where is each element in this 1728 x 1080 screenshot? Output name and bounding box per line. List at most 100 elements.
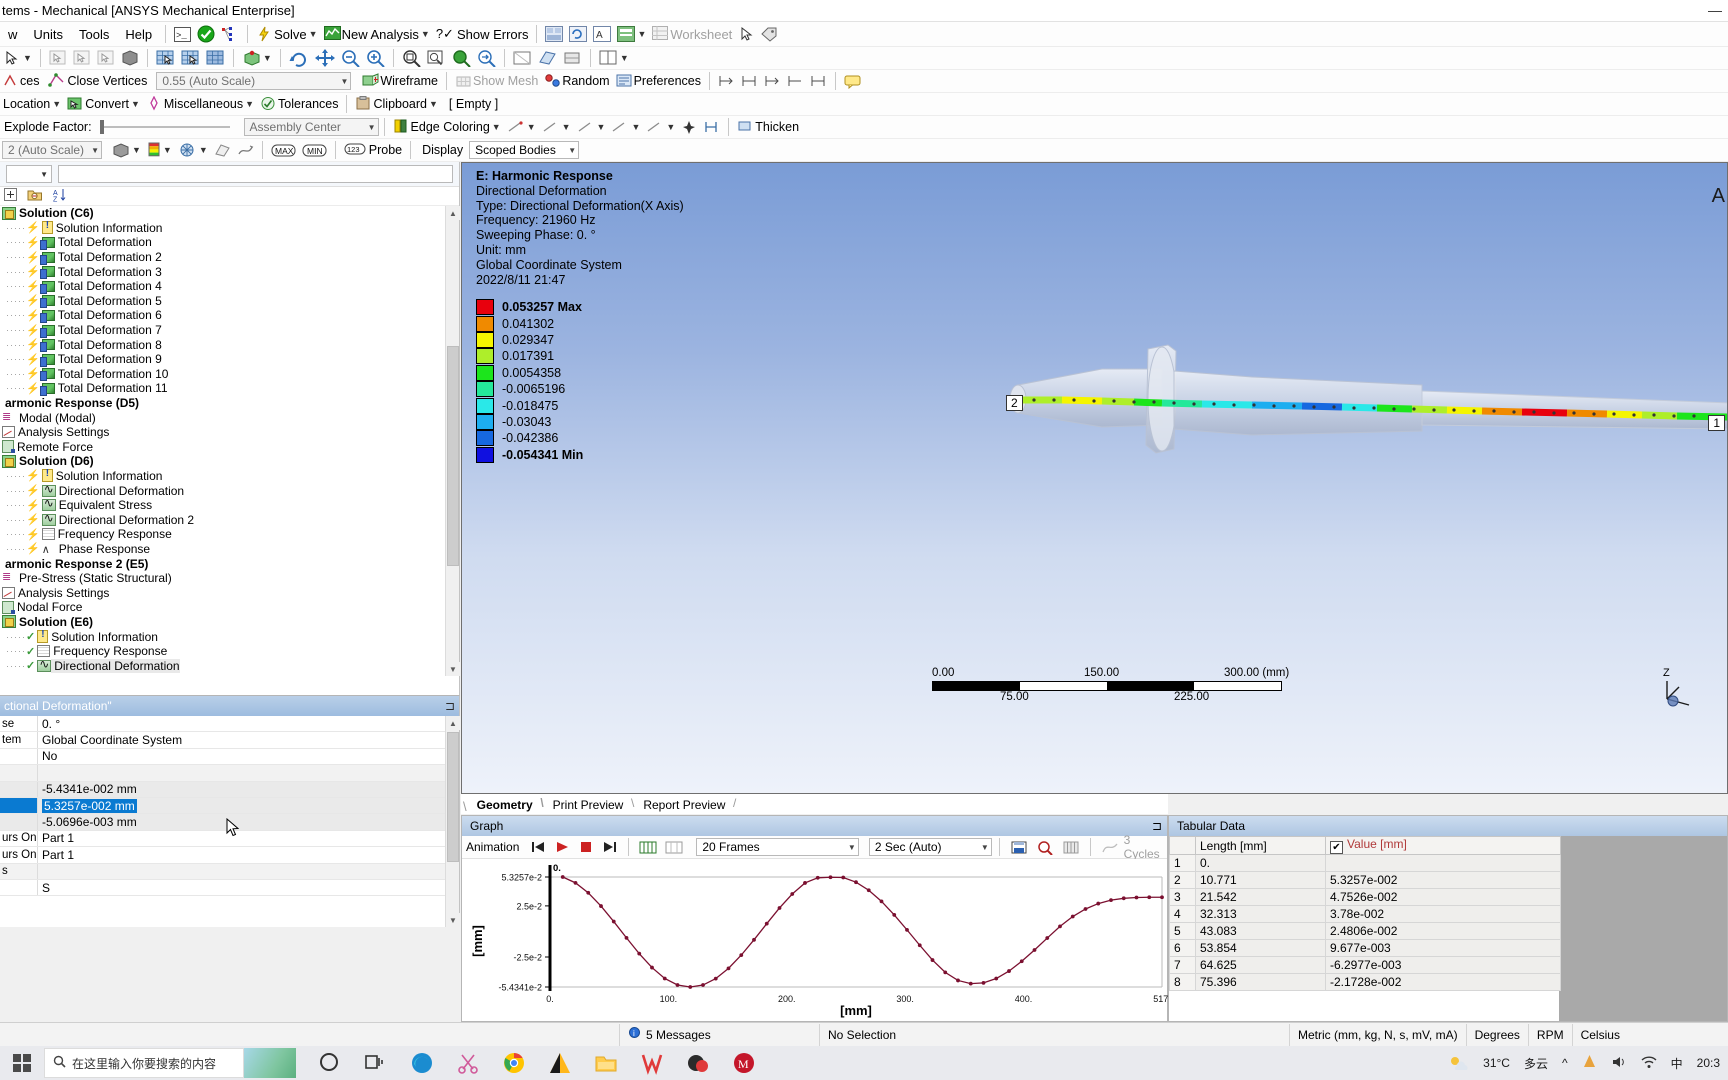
tree-items-container[interactable]: Solution (C6)·····⚡Solution Information·… (0, 206, 459, 676)
rotate-icon[interactable] (286, 47, 312, 69)
miscellaneous-button[interactable]: Miscellaneous ▼ (143, 93, 257, 115)
export-video-icon[interactable] (1007, 836, 1031, 858)
taskbar[interactable]: 在这里输入你要搜索的内容 M 31°C 多云 ^ 中 20:3 (0, 1046, 1728, 1080)
table-row[interactable]: 8 75.396 -2.1728e-002 (1169, 973, 1561, 991)
edge-style-3-icon[interactable]: ▼ (574, 116, 609, 138)
chevron-down-icon[interactable]: ▼ (199, 145, 208, 155)
menu-item-tools[interactable]: Tools (71, 24, 117, 45)
tree-item[interactable]: ····· ⚡ Total Deformation 8 (0, 337, 459, 353)
select-body-icon[interactable] (118, 47, 142, 69)
window-controls[interactable]: — (1708, 2, 1722, 18)
close-vertices-button[interactable]: Close Vertices (45, 70, 150, 92)
distributed-view-icon[interactable] (636, 836, 660, 858)
edge-style-4-icon[interactable]: ▼ (608, 116, 643, 138)
tree-item[interactable]: ·····✓ Solution Information (0, 629, 459, 644)
tree-item[interactable]: ····· ⚡ Total Deformation 9 (0, 352, 459, 367)
tree-scrollbar[interactable]: ▲ ▼ (445, 206, 460, 676)
slider-thumb[interactable] (99, 120, 104, 134)
tree-item[interactable]: armonic Response 2 (E5) (0, 556, 459, 571)
graph-panel[interactable]: Graph ⊐ Animation 20 Frames ▼ 2 Sec (Aut… (461, 815, 1171, 1022)
cell-length[interactable]: 75.396 (1195, 973, 1326, 991)
tree-item[interactable]: Solution (D6) (0, 454, 459, 469)
chevron-down-icon[interactable]: ▼ (364, 123, 376, 132)
tree-item[interactable]: ····· ⚡ Frequency Response (0, 527, 459, 542)
chevron-down-icon[interactable]: ▼ (40, 170, 48, 179)
check-circle-icon[interactable] (194, 23, 218, 45)
thicken-button[interactable]: Thicken (734, 116, 802, 138)
edges-icon[interactable] (0, 70, 20, 92)
viewports-icon[interactable]: ▼ (596, 47, 632, 69)
zoom-in-icon[interactable] (363, 47, 388, 69)
graph-zoom-icon[interactable] (1033, 836, 1057, 858)
cell-length[interactable]: 10.771 (1195, 871, 1326, 889)
details-row-value[interactable]: Global Coordinate System (38, 732, 459, 747)
location-button[interactable]: Location ▼ (0, 93, 64, 115)
chevron-down-icon[interactable]: ▼ (492, 122, 501, 132)
tabular-data-panel[interactable]: Tabular Data Length [mm] ✔ Value [mm] 1 0.… (1168, 815, 1728, 1022)
tree-search-input[interactable] (58, 165, 453, 183)
file-explorer-icon[interactable] (594, 1051, 618, 1075)
start-button[interactable] (0, 1046, 44, 1080)
keyframe-icon[interactable]: A (590, 23, 614, 45)
scroll-down-icon[interactable]: ▼ (446, 662, 460, 676)
details-row-value[interactable]: Part 1 (38, 831, 459, 846)
table-row[interactable]: 5 43.083 2.4806e-002 (1169, 922, 1561, 940)
probe-label-1[interactable]: 1 (1708, 415, 1725, 431)
snipping-tool-icon[interactable] (456, 1051, 480, 1075)
clipboard-button[interactable]: Clipboard ▼ (352, 93, 440, 115)
box-volume-select-icon[interactable] (203, 47, 228, 69)
cortana-icon[interactable] (318, 1051, 342, 1075)
frames-combo[interactable]: 20 Frames ▼ (696, 838, 859, 856)
outline-tree-panel[interactable]: ▼ AZ Solution (C6)·····⚡Solution Informa… (0, 162, 460, 695)
vector-display-icon[interactable]: ▼ (175, 139, 211, 161)
edge-coloring-button[interactable]: Edge Coloring ▼ (390, 116, 504, 138)
table-row[interactable]: 6 53.854 9.677e-003 (1169, 939, 1561, 957)
result-scale-combo[interactable]: 2 (Auto Scale) ▼ (2, 141, 102, 159)
details-panel[interactable]: ctional Deformation" ⊐ se 0. ° tem Global C… (0, 695, 460, 927)
wireframe-button[interactable]: Wireframe (359, 70, 441, 92)
comment-icon[interactable] (841, 70, 865, 92)
tree-toolbar[interactable]: AZ (0, 187, 459, 206)
details-row[interactable]: -5.4341e-002 mm (0, 781, 459, 798)
random-button[interactable]: Random (541, 70, 612, 92)
convert-button[interactable]: Convert ▼ (64, 93, 143, 115)
pin-icon[interactable]: ⊐ (445, 699, 455, 713)
graph-grid-icon[interactable] (1059, 836, 1083, 858)
tree-item[interactable]: ····· ⚡ Total Deformation 11 (0, 381, 459, 396)
chevron-down-icon[interactable]: ▼ (87, 146, 99, 155)
cell-length[interactable]: 53.854 (1195, 939, 1326, 957)
value-column-checkbox[interactable]: ✔ (1330, 841, 1343, 854)
new-analysis-button[interactable]: New Analysis ▼ (321, 23, 433, 45)
chevron-down-icon[interactable]: ▼ (421, 29, 430, 39)
pin-icon[interactable]: ⊐ (1152, 819, 1162, 833)
details-row-value[interactable]: -5.0696e-003 mm (38, 814, 459, 830)
preferences-button[interactable]: Preferences (613, 70, 704, 92)
cell-length[interactable]: 32.313 (1195, 905, 1326, 923)
system-tray[interactable]: 31°C 多云 ^ 中 20:3 (1449, 1054, 1728, 1073)
tree-item[interactable]: Analysis Settings (0, 425, 459, 440)
details-row-value[interactable]: S (38, 880, 459, 895)
minimize-icon[interactable]: — (1708, 2, 1722, 18)
tree-item[interactable]: ····· ⚡ Total Deformation 2 (0, 250, 459, 265)
tree-item[interactable]: ····· ⚡ Total Deformation 5 (0, 294, 459, 309)
extend-selection-icon[interactable]: ▼ (239, 47, 275, 69)
cell-value[interactable]: 3.78e-002 (1325, 905, 1561, 923)
tab-geometry[interactable]: Geometry \ (467, 796, 544, 814)
tree-filter-combo[interactable]: ▼ (6, 165, 52, 183)
chevron-down-icon[interactable]: ▼ (245, 99, 254, 109)
chevron-down-icon[interactable]: ▼ (977, 843, 989, 852)
tree-item[interactable]: Analysis Settings (0, 585, 459, 600)
viewport-tabs[interactable]: \ Geometry \ Print Preview \ Report Prev… (461, 794, 1168, 814)
details-row[interactable]: s (0, 863, 459, 880)
tree-item[interactable]: Nodal Force (0, 600, 459, 615)
chevron-down-icon[interactable]: ▼ (132, 145, 141, 155)
edge-style-5-icon[interactable]: ▼ (643, 116, 678, 138)
tree-item[interactable]: ····· ⚡ Total Deformation 6 (0, 308, 459, 323)
tree-item[interactable]: ≣ Modal (Modal) (0, 410, 459, 425)
zoom-fit-icon[interactable] (449, 47, 474, 69)
ansys-workbench-icon[interactable] (686, 1051, 710, 1075)
box-select-mesh-icon[interactable] (178, 47, 203, 69)
scroll-thumb[interactable] (447, 346, 459, 566)
chevron-down-icon[interactable]: ▼ (309, 29, 318, 39)
table-row[interactable]: 4 32.313 3.78e-002 (1169, 905, 1561, 923)
